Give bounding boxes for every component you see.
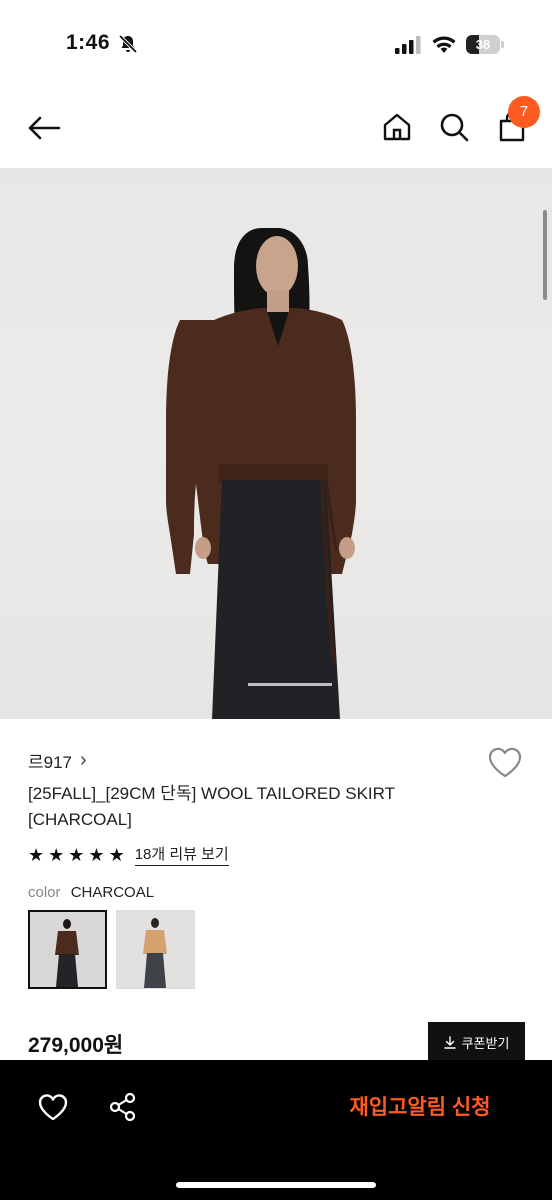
color-value: CHARCOAL	[70, 884, 155, 901]
back-button[interactable]	[22, 108, 66, 148]
search-icon	[440, 113, 469, 142]
color-label: color	[28, 884, 61, 901]
bottom-wishlist-button[interactable]	[34, 1088, 72, 1126]
home-button[interactable]	[378, 107, 416, 147]
bottom-action-bar: 재입고알림 신청	[0, 1060, 552, 1200]
heart-icon	[488, 747, 522, 778]
arrow-left-icon	[28, 116, 61, 140]
product-price: 279,000원	[28, 1034, 124, 1057]
download-icon	[443, 1035, 456, 1049]
star-icon: ★	[48, 844, 65, 865]
swatch-thumbnail	[30, 912, 105, 987]
color-swatch-charcoal[interactable]	[28, 910, 107, 989]
color-row: color CHARCOAL	[28, 884, 154, 901]
heart-icon	[38, 1094, 68, 1121]
status-time: 1:46	[66, 31, 111, 54]
battery-indicator: 38	[466, 35, 500, 54]
cellular-signal-icon	[395, 36, 421, 54]
product-photo	[166, 228, 356, 719]
home-icon	[383, 113, 411, 141]
battery-tip	[501, 41, 504, 48]
star-icon: ★	[68, 844, 85, 865]
home-indicator	[176, 1182, 376, 1188]
product-title: [25FALL]_[29CM 단독] WOOL TAILORED SKIRT […	[28, 784, 395, 829]
star-icon: ★	[108, 844, 125, 865]
image-scrollbar[interactable]	[543, 210, 547, 300]
coupon-label: 쿠폰받기	[461, 1035, 510, 1051]
brand-name: 르917	[28, 753, 73, 772]
star-icon: ★	[28, 844, 45, 865]
carousel-progress-active	[220, 683, 248, 686]
search-button[interactable]	[434, 107, 474, 147]
brand-link[interactable]: 르917 ›	[28, 748, 87, 773]
battery-level: 38	[475, 37, 491, 52]
coupon-button[interactable]: 쿠폰받기	[428, 1022, 525, 1062]
top-nav-bar	[0, 90, 552, 168]
product-image-carousel[interactable]	[0, 168, 552, 719]
share-icon	[109, 1092, 136, 1122]
share-button[interactable]	[104, 1088, 142, 1126]
cart-count-badge: 7	[508, 96, 540, 128]
reviews-link[interactable]: 18개 리뷰 보기	[134, 843, 229, 866]
restock-alert-button[interactable]: 재입고알림 신청	[320, 1090, 520, 1126]
rating-row: ★ ★ ★ ★ ★ 18개 리뷰 보기	[28, 843, 229, 866]
star-icon: ★	[88, 844, 105, 865]
swatch-thumbnail	[117, 911, 194, 988]
wishlist-button[interactable]	[486, 744, 524, 782]
status-bar: 1:46 38	[0, 0, 552, 90]
wifi-icon	[432, 36, 456, 53]
chevron-right-icon: ›	[80, 749, 87, 771]
color-swatch-beige[interactable]	[116, 910, 195, 989]
bell-slash-icon	[118, 34, 138, 54]
